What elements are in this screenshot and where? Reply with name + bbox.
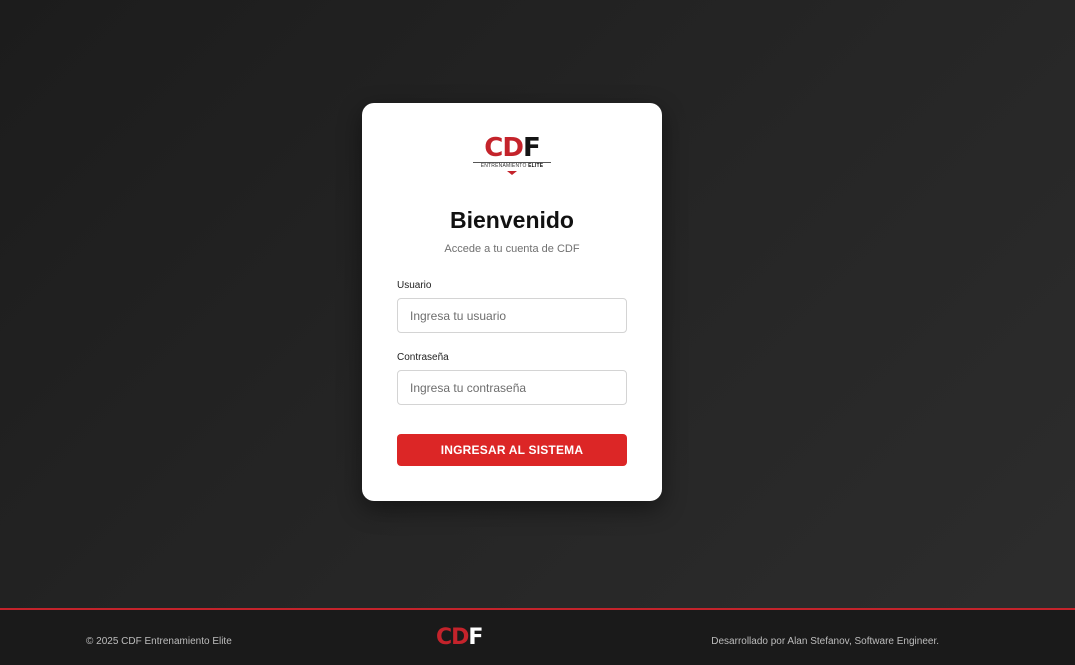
cdf-logo: CDF ENTRENAMIENTO ELITE bbox=[471, 135, 553, 181]
username-label: Usuario bbox=[397, 280, 432, 291]
login-submit-button[interactable]: INGRESAR AL SISTEMA bbox=[397, 434, 627, 466]
password-input[interactable] bbox=[397, 370, 627, 405]
page-subtitle: Accede a tu cuenta de CDF bbox=[444, 243, 580, 255]
login-card: CDF ENTRENAMIENTO ELITE Bienvenido Acced… bbox=[362, 103, 662, 501]
footer-copyright: © 2025 CDF Entrenamiento Elite bbox=[86, 636, 232, 647]
logo-wordmark: CDF bbox=[484, 133, 540, 163]
footer-credit: Desarrollado por Alan Stefanov, Software… bbox=[711, 636, 939, 647]
logo-tagline: ENTRENAMIENTO ELITE bbox=[480, 163, 544, 169]
password-label: Contraseña bbox=[397, 352, 449, 363]
username-input[interactable] bbox=[397, 298, 627, 333]
logo-arrow-icon bbox=[507, 171, 517, 175]
footer-logo: CDF bbox=[436, 625, 483, 650]
page-title: Bienvenido bbox=[450, 207, 574, 233]
page-footer: © 2025 CDF Entrenamiento Elite CDF Desar… bbox=[0, 608, 1075, 665]
